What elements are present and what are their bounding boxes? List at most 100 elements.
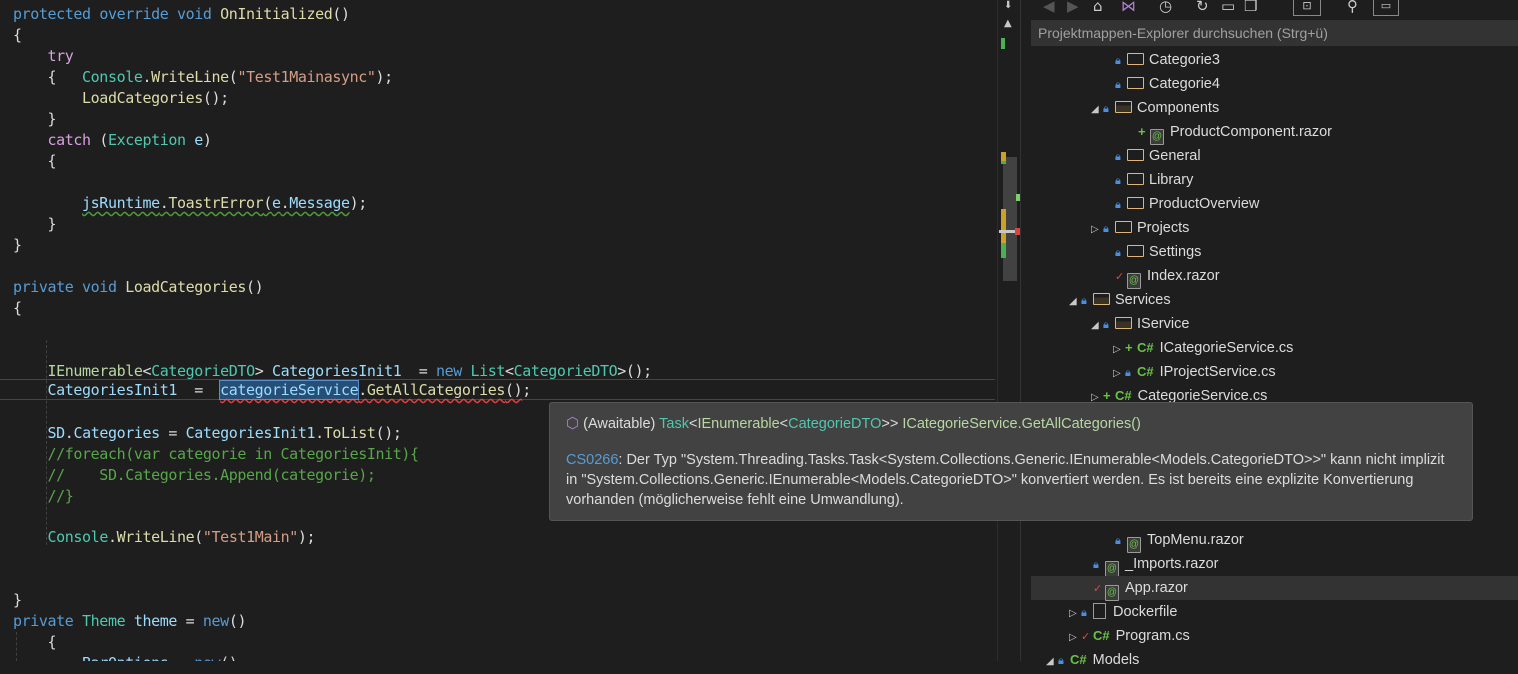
collapse-arrow-icon[interactable]: ◢ — [1046, 650, 1058, 674]
tree-item[interactable]: ◢ 🔒︎ Services — [1031, 288, 1518, 312]
code-line[interactable]: private Theme theme = new() — [13, 611, 246, 632]
explorer-toolbar: ◀ ▶ ⌂ ⋈ ◷ ↻ ▭ ❐ ⊡ ⚲ ▭ — [1031, 0, 1518, 18]
code-line[interactable]: } — [13, 214, 57, 235]
pending-changes-icon[interactable]: ◷ — [1159, 0, 1172, 15]
code-token: = — [177, 381, 221, 399]
tree-item[interactable]: 🔒︎ @ TopMenu.razor — [1031, 528, 1518, 553]
method-name[interactable]: ICategorieService.GetAllCategories() — [902, 416, 1141, 432]
expand-arrow-icon[interactable]: ▷ — [1113, 362, 1125, 386]
settings-icon[interactable]: ▭ — [1373, 0, 1399, 16]
properties-icon[interactable]: ⚲ — [1347, 0, 1358, 15]
code-token: Console — [82, 68, 143, 86]
type-categoriedto[interactable]: CategorieDTO — [788, 416, 881, 432]
scroll-down-icon[interactable]: ⬇ — [1004, 0, 1012, 11]
tree-item[interactable]: ▷ 🔒︎ C# IProjectService.cs — [1031, 360, 1518, 384]
home-icon[interactable]: ⌂ — [1093, 0, 1103, 15]
tree-item[interactable]: ▷ 🔒︎ Dockerfile — [1031, 600, 1518, 624]
error-code-link[interactable]: CS0266 — [566, 452, 618, 468]
preview-selected-icon[interactable]: ⊡ — [1293, 0, 1321, 16]
collapse-all-icon[interactable]: ▭ — [1221, 0, 1235, 15]
tree-item[interactable]: ✓ @ App.razor — [1031, 576, 1518, 601]
code-token: WriteLine — [151, 68, 229, 86]
tree-item[interactable]: 🔒︎ Categorie3 — [1031, 48, 1518, 72]
tree-item[interactable]: ◢ 🔒︎ C# Models — [1031, 648, 1518, 672]
code-line[interactable]: BarOptions = new() — [13, 653, 238, 661]
code-line[interactable]: { — [13, 25, 22, 46]
tree-item[interactable]: ▷ + C# ICategorieService.cs — [1031, 336, 1518, 360]
tree-item[interactable]: 🔒︎ @ _Imports.razor — [1031, 552, 1518, 577]
code-line[interactable]: // SD.Categories.Append(categorie); — [13, 465, 376, 486]
tree-item[interactable]: 🔒︎ General — [1031, 144, 1518, 168]
code-line[interactable]: } — [13, 109, 57, 130]
code-line[interactable]: SD.Categories = CategoriesInit1.ToList()… — [13, 423, 402, 444]
code-token: CategorieDTO — [513, 362, 618, 380]
code-line[interactable]: LoadCategories(); — [13, 88, 229, 109]
show-all-files-icon[interactable]: ❐ — [1244, 0, 1257, 15]
code-token: () — [246, 278, 264, 296]
scroll-up-icon[interactable]: ▲ — [1004, 18, 1012, 29]
lock-icon: 🔒︎ — [1093, 558, 1099, 571]
expand-arrow-icon[interactable]: ▷ — [1113, 338, 1125, 362]
code-line[interactable]: //foreach(var categorie in CategoriesIni… — [13, 444, 420, 465]
code-line[interactable]: { — [13, 151, 57, 172]
collapse-arrow-icon[interactable]: ◢ — [1069, 290, 1081, 314]
lock-icon: 🔒︎ — [1115, 54, 1121, 67]
punct: >> — [881, 416, 903, 432]
expand-arrow-icon[interactable]: ▷ — [1069, 626, 1081, 650]
sync-icon[interactable]: ↻ — [1196, 0, 1209, 15]
code-line[interactable]: jsRuntime.ToastrError(e.Message); — [13, 193, 367, 214]
code-token: ToList — [323, 424, 376, 442]
tree-item[interactable]: + @ ProductComponent.razor — [1031, 120, 1518, 145]
tree-item[interactable]: 🔒︎ Library — [1031, 168, 1518, 192]
back-icon[interactable]: ◀ — [1043, 0, 1055, 15]
code-line[interactable]: catch (Exception e) — [13, 130, 212, 151]
code-line[interactable]: protected override void OnInitialized() — [13, 4, 350, 25]
code-token: e — [271, 194, 281, 212]
code-token: = — [177, 612, 203, 630]
code-token: (); — [375, 424, 402, 442]
tree-item[interactable]: ◢ 🔒︎ IService — [1031, 312, 1518, 336]
code-line[interactable]: IEnumerable<CategorieDTO> CategoriesInit… — [13, 361, 653, 382]
explorer-search-input[interactable]: Projektmappen-Explorer durchsuchen (Strg… — [1031, 20, 1518, 46]
tree-item-label: Services — [1115, 292, 1171, 308]
expand-arrow-icon[interactable]: ▷ — [1069, 602, 1081, 626]
forward-icon[interactable]: ▶ — [1067, 0, 1079, 15]
method-cube-icon: ⬡ — [566, 414, 580, 432]
code-line[interactable]: try — [13, 46, 74, 67]
code-token: . — [142, 68, 152, 86]
type-ienumerable[interactable]: IEnumerable — [697, 416, 779, 432]
tree-item[interactable]: ▷ 🔒︎ Projects — [1031, 216, 1518, 240]
type-task[interactable]: Task — [659, 416, 689, 432]
switch-views-icon[interactable]: ⋈ — [1121, 0, 1136, 15]
file-icon — [1093, 603, 1106, 619]
tree-item-label: TopMenu.razor — [1147, 532, 1244, 548]
tree-item-label: Categorie3 — [1149, 52, 1220, 68]
collapse-arrow-icon[interactable]: ◢ — [1091, 98, 1103, 122]
code-token: "Test1Mainasync" — [237, 68, 376, 86]
csharp-file-icon: C# — [1093, 628, 1110, 643]
tree-item[interactable]: 🔒︎ Settings — [1031, 240, 1518, 264]
code-line[interactable]: { — [13, 632, 57, 653]
code-line[interactable]: CategoriesInit1 = categorieService.GetAl… — [13, 380, 531, 401]
tree-item[interactable]: 🔒︎ Categorie4 — [1031, 72, 1518, 96]
tree-item[interactable]: ✓ @ Index.razor — [1031, 264, 1518, 289]
code-line[interactable]: //} — [13, 486, 74, 507]
code-line[interactable]: { Console.WriteLine("Test1Mainasync"); — [13, 67, 394, 88]
editor-scrollbar[interactable]: ⬇ ▲ — [997, 0, 1021, 661]
collapse-arrow-icon[interactable]: ◢ — [1091, 314, 1103, 338]
code-editor[interactable]: protected override void OnInitialized(){… — [0, 0, 997, 661]
expand-arrow-icon[interactable]: ▷ — [1091, 218, 1103, 242]
code-line[interactable]: } — [13, 590, 22, 611]
lock-icon: 🔒︎ — [1081, 294, 1087, 307]
tree-item[interactable]: ▷ ✓ C# Program.cs — [1031, 624, 1518, 648]
code-line[interactable]: { — [13, 298, 22, 319]
code-line[interactable]: private void LoadCategories() — [13, 277, 264, 298]
code-token: ); — [375, 68, 394, 86]
code-token: } — [13, 110, 57, 128]
code-token: ; — [522, 381, 531, 399]
code-line[interactable]: Console.WriteLine("Test1Main"); — [13, 527, 316, 548]
tree-item[interactable]: 🔒︎ ProductOverview — [1031, 192, 1518, 216]
change-marker — [1001, 38, 1005, 49]
tree-item[interactable]: ◢ 🔒︎ Components — [1031, 96, 1518, 120]
code-line[interactable]: } — [13, 235, 22, 256]
